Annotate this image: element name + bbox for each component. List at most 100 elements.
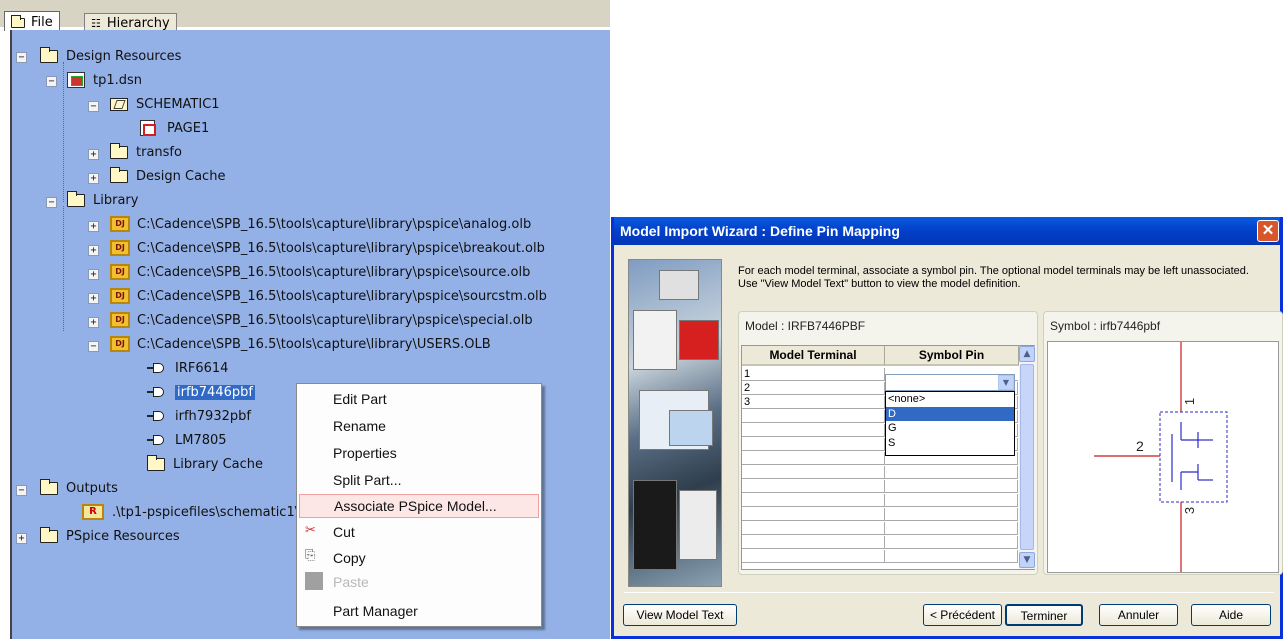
expand-toggle[interactable]: +: [88, 269, 99, 280]
tree-item-label: C:\Cadence\SPB_16.5\tools\capture\librar…: [137, 312, 533, 328]
dropdown-option-selected[interactable]: D: [886, 406, 1014, 421]
folder-icon: [67, 190, 85, 207]
dropdown-option[interactable]: G: [886, 421, 1014, 436]
column-header-model-terminal[interactable]: Model Terminal: [742, 346, 885, 366]
tree-item-part-selected[interactable]: irfb7446pbf: [147, 381, 255, 403]
tab-hierarchy-label: Hierarchy: [106, 16, 170, 31]
empty-cell: [742, 536, 885, 549]
tree-item-part[interactable]: LM7805: [147, 429, 227, 451]
column-header-symbol-pin[interactable]: Symbol Pin: [885, 346, 1019, 366]
folder-icon: [11, 14, 25, 28]
expand-toggle[interactable]: +: [88, 293, 99, 304]
dropdown-option[interactable]: S: [886, 436, 1014, 451]
close-icon[interactable]: ✕: [1257, 220, 1279, 242]
dialog-title-bar[interactable]: Model Import Wizard : Define Pin Mapping…: [614, 217, 1280, 245]
tree-item-lib-special[interactable]: DJ C:\Cadence\SPB_16.5\tools\capture\lib…: [110, 309, 533, 331]
library-icon: DJ: [110, 336, 130, 352]
library-icon: DJ: [110, 240, 130, 256]
dialog-title: Model Import Wizard : Define Pin Mapping: [620, 223, 900, 239]
symbol-pin-combobox[interactable]: ▼: [885, 374, 1015, 391]
dropdown-option[interactable]: <none>: [886, 392, 1014, 407]
table-row: [742, 550, 1018, 563]
illustration-thumb: [669, 410, 713, 446]
part-icon: [147, 363, 167, 373]
tree-item-lib-users[interactable]: DJ C:\Cadence\SPB_16.5\tools\capture\lib…: [110, 333, 491, 355]
help-button[interactable]: Aide: [1191, 604, 1271, 626]
tree-item-page[interactable]: PAGE1: [140, 117, 209, 139]
scroll-thumb[interactable]: [1020, 364, 1034, 550]
tree-item-outputs[interactable]: Outputs: [40, 477, 118, 499]
part-icon: [147, 411, 167, 421]
table-row: [742, 508, 1018, 521]
expand-toggle[interactable]: +: [88, 317, 99, 328]
copy-icon: ⎘: [305, 548, 316, 563]
menu-item-part-manager[interactable]: Part Manager: [333, 599, 418, 623]
tab-file[interactable]: File: [4, 11, 60, 31]
view-model-text-button[interactable]: View Model Text: [623, 604, 737, 626]
collapse-toggle[interactable]: −: [16, 52, 27, 63]
library-icon: DJ: [110, 312, 130, 328]
tree-item-schematic[interactable]: SCHEMATIC1: [110, 93, 220, 115]
tree-item-label: Design Resources: [66, 48, 182, 64]
tree-item-library[interactable]: Library: [67, 189, 138, 211]
tree-item-transfo[interactable]: transfo: [110, 141, 182, 163]
report-file-icon: R: [82, 504, 104, 520]
collapse-toggle[interactable]: −: [16, 485, 27, 496]
pin-mapping-grid[interactable]: Model Terminal Symbol Pin 1 2 3 ▼ <none>…: [741, 345, 1035, 570]
menu-item-associate-pspice-model[interactable]: Associate PSpice Model...: [299, 494, 539, 518]
chevron-down-icon[interactable]: ▼: [998, 375, 1014, 390]
library-icon: DJ: [110, 264, 130, 280]
scroll-down-icon[interactable]: ▼: [1019, 552, 1035, 568]
scroll-up-icon[interactable]: ▲: [1019, 346, 1035, 362]
collapse-toggle[interactable]: −: [88, 341, 99, 352]
tree-item-lib-source[interactable]: DJ C:\Cadence\SPB_16.5\tools\capture\lib…: [110, 261, 530, 283]
tree-item-library-cache[interactable]: Library Cache: [147, 453, 263, 475]
collapse-toggle[interactable]: −: [88, 101, 99, 112]
tree-item-label: PAGE1: [167, 120, 210, 136]
empty-cell: [885, 550, 1018, 563]
terminal-cell: 3: [742, 396, 885, 409]
folder-icon: [110, 142, 128, 159]
back-button[interactable]: < Précédent: [923, 604, 1002, 626]
folder-icon: [40, 526, 58, 543]
menu-item-split-part[interactable]: Split Part...: [333, 468, 401, 492]
dialog-description: For each model terminal, associate a sym…: [738, 265, 1249, 290]
tree-item-lib-analog[interactable]: DJ C:\Cadence\SPB_16.5\tools\capture\lib…: [110, 213, 531, 235]
tree-item-part[interactable]: irfh7932pbf: [147, 405, 251, 427]
folder-icon: [110, 166, 128, 183]
tree-item-output-file[interactable]: R .\tp1-pspicefiles\schematic1\: [82, 501, 299, 523]
tree-item-label: C:\Cadence\SPB_16.5\tools\capture\librar…: [137, 216, 532, 232]
tree-item-lib-sourcstm[interactable]: DJ C:\Cadence\SPB_16.5\tools\capture\lib…: [110, 285, 547, 307]
collapse-toggle[interactable]: −: [46, 76, 57, 87]
tree-item-design-cache[interactable]: Design Cache: [110, 165, 225, 187]
symbol-pin-dropdown-list[interactable]: <none> D G S: [885, 391, 1015, 456]
menu-item-copy[interactable]: Copy: [333, 546, 366, 570]
expand-toggle[interactable]: +: [88, 245, 99, 256]
tree-item-label: Library: [93, 192, 139, 208]
table-row: [742, 536, 1018, 549]
expand-toggle[interactable]: +: [88, 221, 99, 232]
tree-item-part[interactable]: IRF6614: [147, 357, 228, 379]
tree-item-label: C:\Cadence\SPB_16.5\tools\capture\librar…: [137, 288, 547, 304]
tree-item-dsn[interactable]: tp1.dsn: [67, 69, 142, 91]
expand-toggle[interactable]: +: [88, 173, 99, 184]
menu-item-properties[interactable]: Properties: [333, 441, 397, 465]
cancel-button[interactable]: Annuler: [1099, 604, 1178, 626]
menu-item-rename[interactable]: Rename: [333, 414, 386, 438]
expand-toggle[interactable]: +: [88, 149, 99, 160]
tree-item-design-resources[interactable]: Design Resources: [40, 45, 181, 67]
menu-item-cut[interactable]: Cut: [333, 520, 355, 544]
grid-scrollbar[interactable]: ▲ ▼: [1019, 346, 1035, 569]
empty-cell: [885, 536, 1018, 549]
tab-hierarchy[interactable]: ☷ Hierarchy: [84, 13, 177, 31]
expand-toggle[interactable]: +: [16, 533, 27, 544]
finish-button[interactable]: Terminer: [1005, 604, 1083, 626]
collapse-toggle[interactable]: −: [46, 197, 57, 208]
empty-cell: [742, 550, 885, 563]
menu-item-edit-part[interactable]: Edit Part: [333, 387, 387, 411]
empty-cell: [885, 480, 1018, 493]
tree-item-pspice-resources[interactable]: PSpice Resources: [40, 525, 180, 547]
empty-cell: [742, 494, 885, 507]
tree-item-lib-breakout[interactable]: DJ C:\Cadence\SPB_16.5\tools\capture\lib…: [110, 237, 545, 259]
illustration-thumb: [679, 490, 717, 560]
